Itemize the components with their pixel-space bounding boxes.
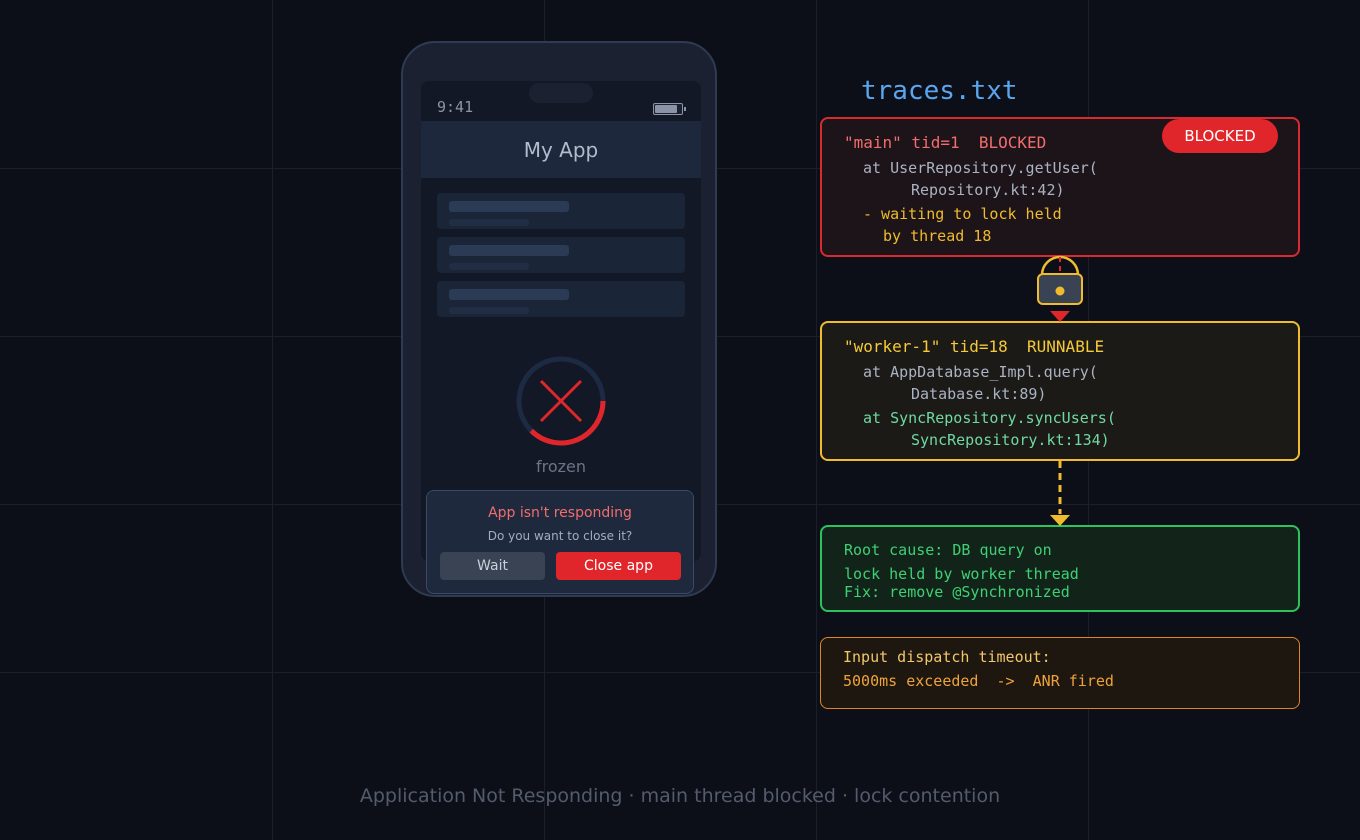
main-thread-box: BLOCKED "main" tid=1 BLOCKED at UserRepo… (820, 117, 1300, 257)
close-app-button[interactable]: Close app (556, 552, 681, 580)
worker-stack-line: SyncRepository.kt:134) (911, 431, 1110, 449)
footer-caption: Application Not Responding · main thread… (359, 785, 1001, 807)
trace-file-title: traces.txt (861, 76, 1018, 106)
frozen-x-icon (516, 356, 606, 446)
root-cause-box: Root cause: DB query on lock held by wor… (820, 525, 1300, 612)
timeout-line: Input dispatch timeout: (843, 648, 1051, 666)
main-wait-line: by thread 18 (883, 227, 992, 245)
main-wait-line: - waiting to lock held (863, 205, 1062, 223)
list-item[interactable] (437, 237, 685, 273)
phone-notch (529, 83, 593, 103)
lock-icon (1037, 255, 1083, 305)
main-stack-line: at UserRepository.getUser( (863, 159, 1098, 177)
frozen-label: frozen (535, 457, 587, 476)
worker-thread-header: "worker-1" tid=18 RUNNABLE (844, 337, 1105, 356)
worker-stack-line: at SyncRepository.syncUsers( (863, 409, 1116, 427)
worker-stack-line: at AppDatabase_Impl.query( (863, 363, 1098, 381)
timeout-box: Input dispatch timeout: 5000ms exceeded … (820, 637, 1300, 709)
fix-line: Fix: remove @Synchronized (844, 583, 1070, 601)
anr-dialog: App isn't responding Do you want to clos… (426, 490, 694, 594)
wait-button[interactable]: Wait (440, 552, 545, 580)
battery-icon (653, 103, 686, 115)
main-thread-header: "main" tid=1 BLOCKED (844, 133, 1047, 152)
app-title: My App (421, 121, 701, 178)
status-time: 9:41 (437, 98, 474, 116)
worker-thread-box: "worker-1" tid=18 RUNNABLE at AppDatabas… (820, 321, 1300, 461)
list-item[interactable] (437, 281, 685, 317)
root-cause-line: Root cause: DB query on (844, 541, 1052, 559)
root-cause-line: lock held by worker thread (844, 565, 1079, 583)
phone-screen: 9:41 My App frozen (421, 81, 701, 561)
worker-stack-line: Database.kt:89) (911, 385, 1047, 403)
blocked-badge: BLOCKED (1162, 119, 1278, 153)
list-item[interactable] (437, 193, 685, 229)
dialog-title: App isn't responding (488, 505, 632, 521)
dialog-subtitle: Do you want to close it? (487, 529, 633, 543)
timeout-line: 5000ms exceeded -> ANR fired (843, 672, 1114, 690)
main-stack-line: Repository.kt:42) (911, 181, 1065, 199)
